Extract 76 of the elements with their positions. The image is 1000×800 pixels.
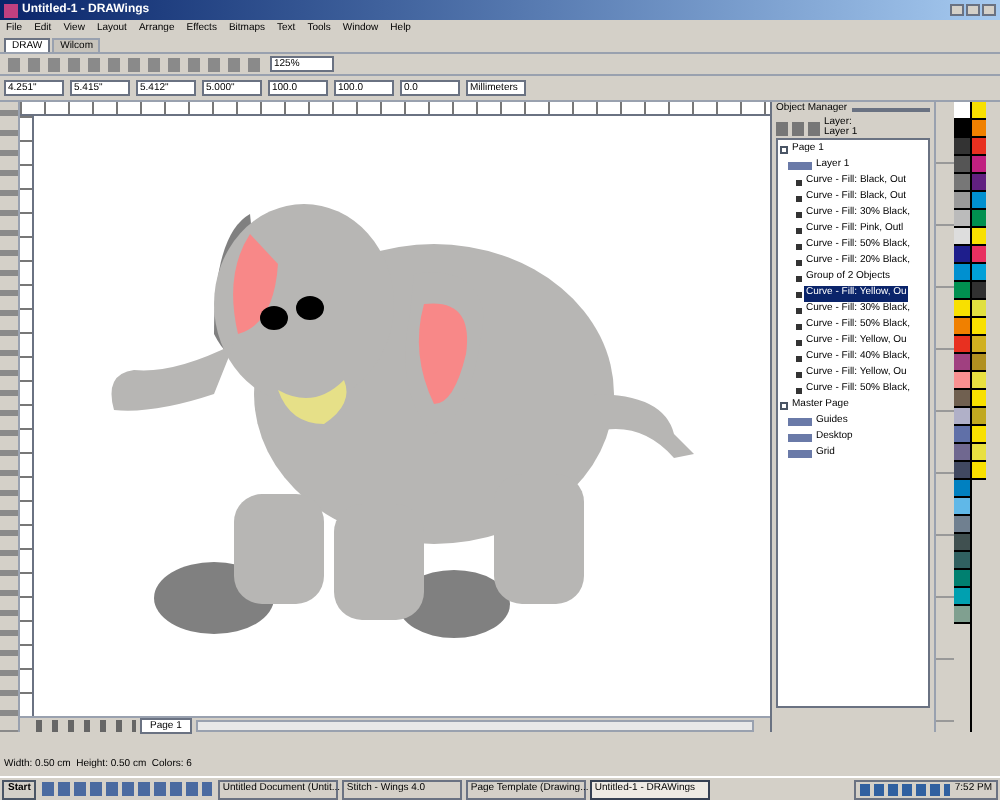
color-swatch[interactable] — [954, 588, 970, 606]
color-swatch[interactable] — [954, 354, 970, 372]
color-swatch[interactable] — [972, 120, 986, 138]
horizontal-scrollbar[interactable] — [195, 719, 754, 731]
maximize-button[interactable] — [966, 4, 980, 16]
color-swatch[interactable] — [954, 210, 970, 228]
curve-icon — [796, 179, 802, 185]
color-swatch[interactable] — [954, 228, 970, 246]
color-swatch[interactable] — [954, 318, 970, 336]
curve-icon — [796, 259, 802, 265]
page-navigator[interactable] — [36, 719, 136, 731]
color-swatch[interactable] — [954, 390, 970, 408]
color-swatch[interactable] — [954, 426, 970, 444]
color-swatch[interactable] — [954, 498, 970, 516]
color-swatch[interactable] — [954, 462, 970, 480]
color-swatch[interactable] — [972, 336, 986, 354]
close-button[interactable] — [982, 4, 996, 16]
app-icon — [4, 3, 18, 17]
color-swatch[interactable] — [972, 354, 986, 372]
color-swatch[interactable] — [954, 534, 970, 552]
curve-icon — [796, 339, 802, 345]
color-swatch[interactable] — [972, 228, 986, 246]
color-swatch[interactable] — [972, 246, 986, 264]
curve-icon — [796, 243, 802, 249]
color-swatch[interactable] — [954, 246, 970, 264]
color-swatch[interactable] — [972, 408, 986, 426]
color-swatch[interactable] — [972, 426, 986, 444]
color-swatch[interactable] — [972, 390, 986, 408]
color-swatch[interactable] — [954, 102, 970, 120]
color-swatch[interactable] — [954, 282, 970, 300]
color-swatch[interactable] — [972, 138, 986, 156]
color-swatch[interactable] — [954, 138, 970, 156]
color-swatch[interactable] — [972, 462, 986, 480]
curve-icon — [796, 227, 802, 233]
color-swatch[interactable] — [954, 120, 970, 138]
color-swatch[interactable] — [954, 570, 970, 588]
color-swatch[interactable] — [954, 192, 970, 210]
color-swatch[interactable] — [972, 282, 986, 300]
color-swatch[interactable] — [954, 552, 970, 570]
expand-icon[interactable] — [780, 146, 788, 154]
color-swatch[interactable] — [972, 174, 986, 192]
color-swatch[interactable] — [972, 300, 986, 318]
curve-icon — [796, 195, 802, 201]
curve-icon — [796, 387, 802, 393]
color-swatch[interactable] — [954, 174, 970, 192]
docker-toolbar-icons[interactable] — [776, 121, 820, 135]
curve-icon — [796, 291, 802, 297]
color-swatch[interactable] — [954, 606, 970, 624]
color-swatch[interactable] — [954, 300, 970, 318]
color-swatch[interactable] — [972, 318, 986, 336]
color-swatch[interactable] — [972, 264, 986, 282]
color-swatch[interactable] — [972, 444, 986, 462]
color-swatch[interactable] — [954, 516, 970, 534]
curve-icon — [796, 371, 802, 377]
color-swatch[interactable] — [972, 156, 986, 174]
color-swatch[interactable] — [954, 264, 970, 282]
color-swatch[interactable] — [972, 210, 986, 228]
curve-icon — [796, 355, 802, 361]
quick-launch-icons[interactable] — [42, 782, 213, 796]
curve-icon — [796, 211, 802, 217]
color-swatch[interactable] — [954, 408, 970, 426]
tray-icons[interactable] — [860, 783, 951, 795]
curve-icon — [796, 323, 802, 329]
color-swatch[interactable] — [954, 372, 970, 390]
drawing-canvas[interactable] — [34, 116, 770, 716]
curve-icon — [796, 275, 802, 281]
minimize-button[interactable] — [950, 4, 964, 16]
color-swatch[interactable] — [972, 102, 986, 120]
color-swatch[interactable] — [972, 372, 986, 390]
color-swatch[interactable] — [954, 444, 970, 462]
color-swatch[interactable] — [972, 192, 986, 210]
color-swatch[interactable] — [954, 336, 970, 354]
curve-icon — [796, 307, 802, 313]
color-swatch[interactable] — [954, 156, 970, 174]
color-swatch[interactable] — [954, 480, 970, 498]
expand-icon[interactable] — [780, 402, 788, 410]
